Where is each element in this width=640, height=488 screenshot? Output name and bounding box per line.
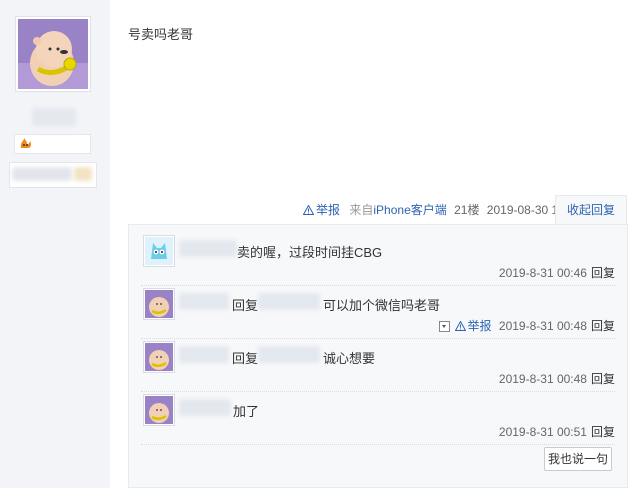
reply-username-blurred[interactable] — [179, 240, 237, 257]
reply-time: 2019-8-31 00:48 — [498, 319, 587, 333]
reply-button[interactable]: 回复 — [591, 425, 615, 439]
reply-prefix: 回复 — [232, 351, 259, 366]
user-avatar[interactable] — [15, 16, 91, 92]
mention-blurred[interactable] — [258, 293, 320, 310]
floor-number: 21楼 — [454, 203, 480, 217]
mention-blurred[interactable] — [258, 346, 320, 363]
reply-item: 回复 可以加个微信吗老哥 举报 2019-8-31 00:48 回复 — [141, 286, 615, 339]
source-prefix: 来自 — [349, 203, 374, 217]
reply-time: 2019-8-31 00:48 — [498, 372, 587, 386]
pig-avatar-icon — [18, 19, 88, 89]
dropdown-icon[interactable] — [438, 321, 450, 333]
reply-avatar[interactable] — [143, 341, 175, 373]
report-link[interactable]: 举报 — [454, 319, 492, 333]
reply-avatar[interactable] — [143, 288, 175, 320]
post-meta: 举报 来自iPhone客户端 21楼 2019-08-30 18:27 — [303, 201, 582, 218]
reply-item: 回复 诚心想要 2019-8-31 00:48 回复 — [141, 339, 615, 392]
pig-avatar-icon — [145, 290, 173, 318]
pig-avatar-icon — [145, 396, 173, 424]
reply-button[interactable]: 回复 — [591, 319, 615, 333]
post-content: 号卖吗老哥 — [128, 27, 194, 42]
reply-text: 加了 — [233, 404, 260, 419]
reply-meta: 2019-8-31 00:51 回复 — [499, 423, 615, 440]
reply-avatar[interactable] — [143, 394, 175, 426]
reply-item: 卖的喔，过段时间挂CBG 2019-8-31 00:46 回复 — [141, 233, 615, 286]
reply-username-blurred[interactable] — [179, 293, 229, 310]
report-link[interactable]: 举报 — [303, 203, 343, 217]
warning-triangle-icon — [303, 205, 314, 215]
cat-avatar-icon — [145, 237, 173, 265]
reply-area: 卖的喔，过段时间挂CBG 2019-8-31 00:46 回复 回复 可以加个微信… — [128, 224, 628, 488]
reply-button[interactable]: 回复 — [591, 266, 615, 280]
collapse-replies-button[interactable]: 收起回复 — [555, 195, 627, 226]
reply-username-blurred[interactable] — [179, 346, 229, 363]
user-sidebar — [0, 0, 110, 488]
reply-text: 诚心想要 — [323, 351, 376, 366]
reply-username-blurred[interactable] — [179, 399, 231, 416]
member-badge[interactable] — [14, 134, 91, 154]
report-label: 举报 — [316, 203, 341, 217]
reply-item: 加了 2019-8-31 00:51 回复 — [141, 392, 615, 445]
username-blurred[interactable] — [32, 108, 76, 126]
reply-meta: 2019-8-31 00:48 回复 — [499, 370, 615, 387]
reply-time: 2019-8-31 00:46 — [498, 266, 587, 280]
reply-button[interactable]: 回复 — [591, 372, 615, 386]
reply-text: 可以加个微信吗老哥 — [323, 298, 441, 313]
reply-meta: 2019-8-31 00:46 回复 — [499, 264, 615, 281]
reply-time: 2019-8-31 00:51 — [498, 425, 587, 439]
user-level[interactable] — [9, 162, 97, 188]
reply-text: 卖的喔，过段时间挂CBG — [237, 245, 383, 260]
report-label: 举报 — [467, 319, 492, 333]
reply-meta: 举报 2019-8-31 00:48 回复 — [438, 317, 615, 334]
warning-triangle-icon — [454, 321, 466, 331]
reply-avatar[interactable] — [143, 235, 175, 267]
pig-avatar-icon — [145, 343, 173, 371]
reply-prefix: 回复 — [232, 298, 259, 313]
flame-badge-icon — [19, 137, 33, 152]
add-comment-button[interactable]: 我也说一句 — [544, 447, 612, 471]
source-client-link[interactable]: iPhone客户端 — [373, 203, 446, 217]
